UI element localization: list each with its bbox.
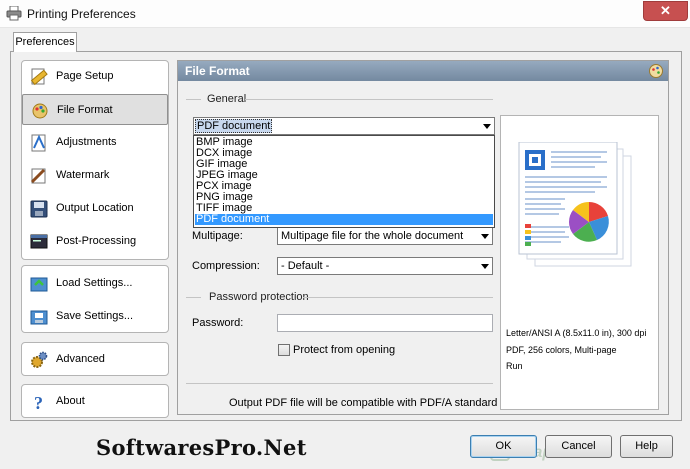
compression-select-value: - Default - xyxy=(281,260,330,272)
adjustments-icon xyxy=(31,134,46,152)
nav-item-file-format[interactable]: File Format xyxy=(22,94,168,125)
password-field[interactable] xyxy=(277,314,493,332)
nav-item-load-settings[interactable]: Load Settings... xyxy=(22,268,168,299)
nav-group-main: Page Setup File Format Adjustments Water… xyxy=(21,60,169,260)
nav-item-watermark[interactable]: Watermark xyxy=(22,160,168,191)
multipage-select-value: Multipage file for the whole document xyxy=(281,230,464,242)
post-processing-icon xyxy=(30,234,48,249)
nav-label: Adjustments xyxy=(56,136,117,148)
panel-header: File Format xyxy=(178,61,668,81)
save-settings-icon xyxy=(30,310,48,325)
multipage-label: Multipage: xyxy=(192,230,243,242)
nav-label: Load Settings... xyxy=(56,277,133,289)
password-separator xyxy=(303,297,493,298)
general-legend: General xyxy=(207,93,247,105)
general-separator xyxy=(186,99,201,100)
multipage-select[interactable]: Multipage file for the whole document xyxy=(277,227,493,245)
dropdown-arrow-icon xyxy=(481,234,489,239)
ok-button[interactable]: OK xyxy=(470,435,537,458)
nav-label: File Format xyxy=(57,104,113,116)
nav-item-output-location[interactable]: Output Location xyxy=(22,193,168,224)
site-watermark: SoftwaresPro.Net xyxy=(96,435,307,460)
page-setup-icon xyxy=(30,68,48,86)
nav-item-about[interactable]: ? About xyxy=(22,386,168,417)
protect-checkbox[interactable] xyxy=(278,344,290,356)
nav-label: Watermark xyxy=(56,169,110,181)
password-separator xyxy=(186,297,201,298)
watermark-icon xyxy=(30,168,46,184)
general-separator xyxy=(245,99,493,100)
nav-label: About xyxy=(56,395,85,407)
nav-label: Advanced xyxy=(56,353,105,365)
title-bar: Printing Preferences ✕ xyxy=(0,0,690,28)
file-format-icon xyxy=(32,103,48,119)
preview-line-action: Run xyxy=(506,361,523,371)
cancel-button[interactable]: Cancel xyxy=(545,435,612,458)
close-button[interactable]: ✕ xyxy=(643,1,688,21)
compression-select[interactable]: - Default - xyxy=(277,257,493,275)
preview-pane: Letter/ANSI A (8.5x11.0 in), 300 dpi PDF… xyxy=(500,115,659,410)
window-title: Printing Preferences xyxy=(27,7,136,21)
nav-label: Save Settings... xyxy=(56,310,134,322)
preview-line-paper: Letter/ANSI A (8.5x11.0 in), 300 dpi xyxy=(506,328,647,338)
svg-text:?: ? xyxy=(34,393,43,412)
load-settings-icon xyxy=(30,277,48,292)
nav-item-save-settings[interactable]: Save Settings... xyxy=(22,301,168,332)
nav-label: Output Location xyxy=(56,202,134,214)
nav-group-about: ? About xyxy=(21,384,169,418)
document-preview-illustration xyxy=(518,142,632,267)
nav-item-advanced[interactable]: Advanced xyxy=(22,344,168,375)
panel-title: File Format xyxy=(185,64,250,78)
output-location-icon xyxy=(30,200,48,218)
dropdown-option-pdf[interactable]: PDF document xyxy=(195,214,493,225)
nav-label: Post-Processing xyxy=(56,235,137,247)
dialog-body: Preferences Page Setup File Format Adjus… xyxy=(0,28,690,469)
format-select[interactable]: PDF document xyxy=(193,117,495,135)
password-legend: Password protection xyxy=(209,291,309,303)
palette-icon xyxy=(649,64,663,78)
nav-label: Page Setup xyxy=(56,70,114,82)
preview-line-format: PDF, 256 colors, Multi-page xyxy=(506,345,617,355)
printer-icon xyxy=(6,6,22,21)
nav-item-adjustments[interactable]: Adjustments xyxy=(22,127,168,158)
dropdown-arrow-icon xyxy=(483,124,491,129)
dropdown-arrow-icon xyxy=(481,264,489,269)
format-select-value: PDF document xyxy=(195,119,273,133)
help-question-icon: ? xyxy=(34,393,43,412)
nav-group-advanced: Advanced xyxy=(21,342,169,376)
footer-separator xyxy=(186,383,493,384)
protect-checkbox-label[interactable]: Protect from opening xyxy=(293,344,395,356)
format-dropdown-list[interactable]: BMP image DCX image GIF image JPEG image… xyxy=(193,135,495,228)
advanced-gears-icon xyxy=(31,351,48,368)
nav-item-post-processing[interactable]: Post-Processing xyxy=(22,226,168,257)
nav-item-page-setup[interactable]: Page Setup xyxy=(22,61,168,92)
nav-group-settings: Load Settings... Save Settings... xyxy=(21,265,169,333)
help-button[interactable]: Help xyxy=(620,435,673,458)
password-label: Password: xyxy=(192,317,244,329)
compression-label: Compression: xyxy=(192,260,260,272)
tab-preferences[interactable]: Preferences xyxy=(13,32,77,52)
pdfa-note: Output PDF file will be compatible with … xyxy=(229,397,498,409)
